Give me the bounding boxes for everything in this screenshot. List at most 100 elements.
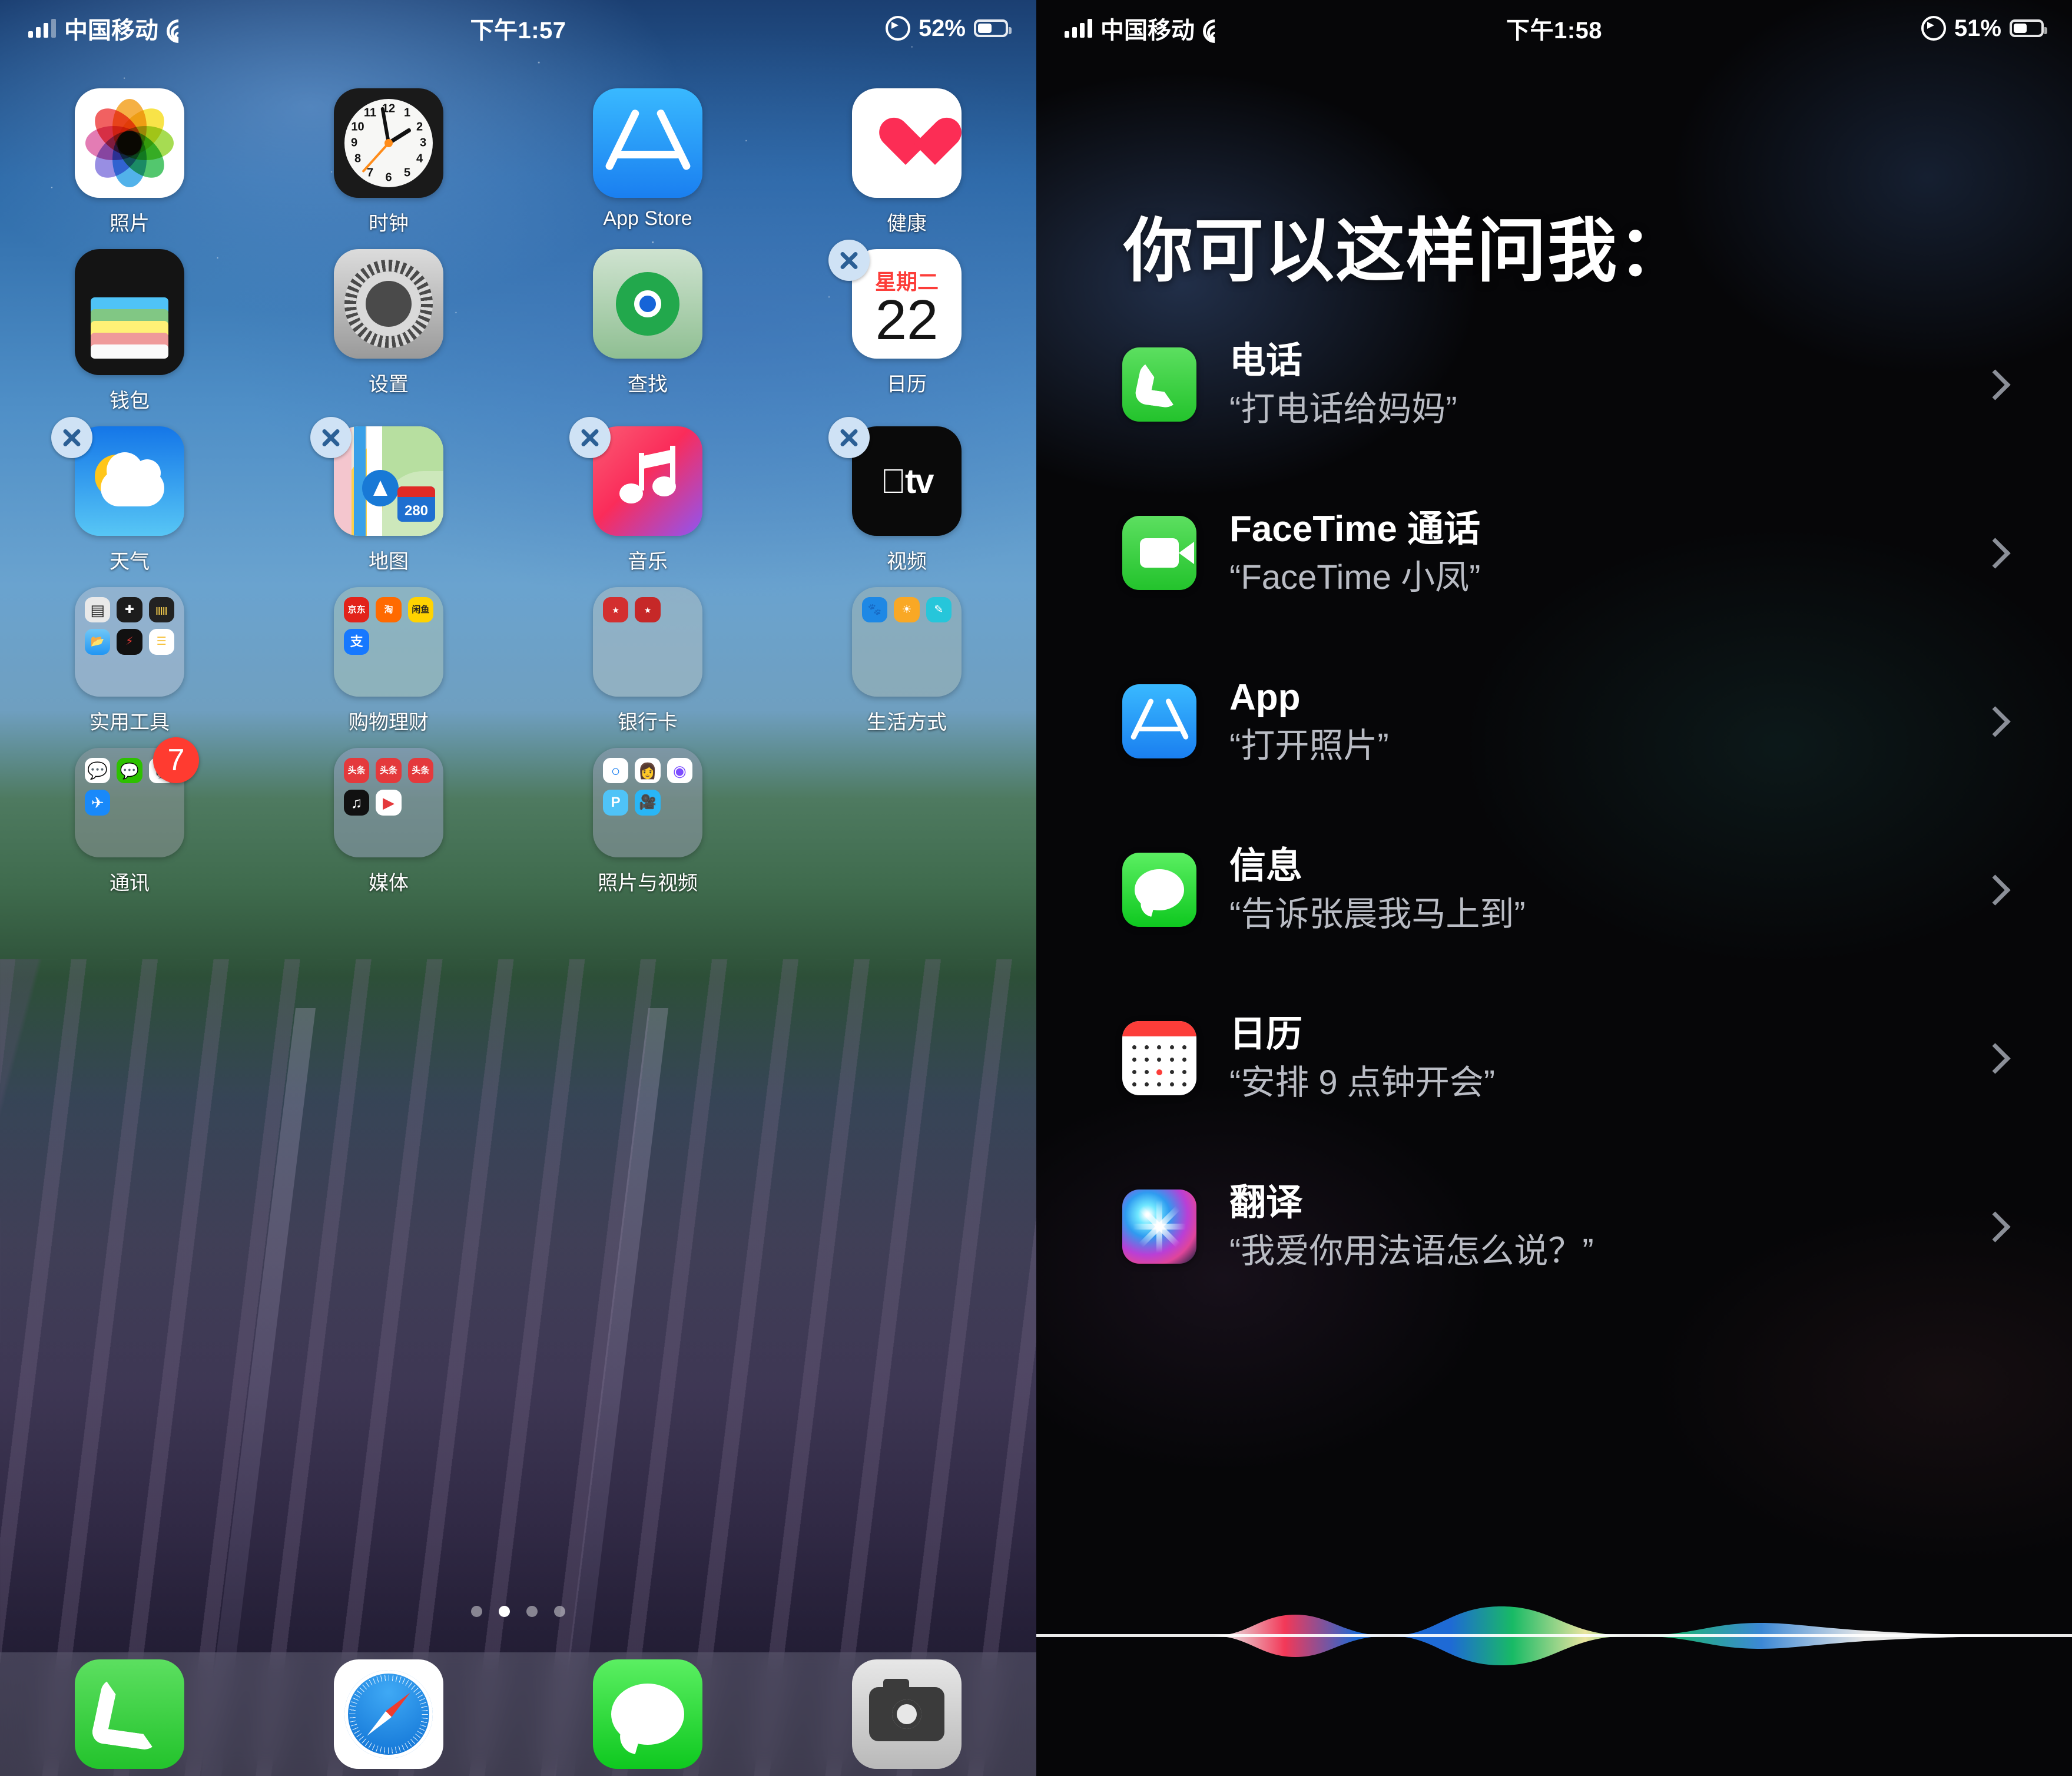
app-app-store[interactable]: App Store — [518, 88, 777, 236]
chevron-right-icon — [1980, 1042, 2011, 1074]
folder-label: 通讯 — [110, 872, 150, 894]
page-dot[interactable] — [554, 1606, 565, 1617]
app-label: 设置 — [369, 373, 409, 396]
delete-app-badge[interactable] — [569, 417, 611, 458]
cellular-bars-icon — [1065, 19, 1092, 38]
suggestion-example: “FaceTime 小凤” — [1229, 558, 1481, 597]
two-phone-screenshot: 中国移动 下午1:57 52% 照片 12 1 2 3 4 5 6 7 8 9 … — [0, 0, 2072, 1776]
suggestion-example: “打开照片” — [1229, 727, 1389, 766]
dock — [0, 1652, 1036, 1776]
app-label: 时钟 — [369, 213, 409, 235]
folder-media[interactable]: 头条 头条 头条 ♫ ▶ 媒体 — [259, 748, 518, 896]
app-store-icon — [1122, 684, 1196, 758]
highway-shield-label: 280 — [397, 486, 435, 522]
siri-heading: 你可以这样问我： — [1123, 213, 1689, 290]
chevron-right-icon — [1980, 1211, 2011, 1242]
right-phone-siri-screen: 中国移动 下午1:58 51% 你可以这样问我： 电话 “打电话给妈妈” Fac… — [1036, 0, 2072, 1776]
folder-communication[interactable]: 7 💬 💬 🐧 ✈ 通讯 — [0, 737, 259, 896]
app-apple-tv[interactable]: tv 视频 — [777, 417, 1036, 574]
folder-lifestyle[interactable]: 🐾 ☀ ✎ 生活方式 — [777, 587, 1036, 735]
app-calendar[interactable]: 星期二 22 日历 — [777, 240, 1036, 413]
folder-label: 照片与视频 — [598, 872, 698, 894]
home-row-1: 照片 12 1 2 3 4 5 6 7 8 9 10 11 时钟 App Sto… — [0, 88, 1036, 236]
calendar-day: 22 — [875, 289, 939, 352]
messages-icon — [1122, 853, 1196, 927]
folder-photos-videos[interactable]: ○ 👩 ◉ P 🎥 照片与视频 — [518, 748, 777, 896]
status-bar-left: 中国移动 下午1:57 52% — [0, 0, 1036, 57]
app-wallet[interactable]: 钱包 — [0, 249, 259, 413]
home-row-3: 天气 280 地图 音乐 tv 视频 — [0, 417, 1036, 574]
find-my-icon — [593, 249, 702, 359]
status-time: 下午1:57 — [470, 18, 566, 44]
folder-icon: ○ 👩 ◉ P 🎥 — [593, 748, 702, 857]
clock-icon: 12 1 2 3 4 5 6 7 8 9 10 11 — [334, 88, 443, 198]
app-weather[interactable]: 天气 — [0, 417, 259, 574]
folder-icon: 头条 头条 头条 ♫ ▶ — [334, 748, 443, 857]
battery-percent-label: 51% — [1954, 15, 2001, 41]
siri-suggestion-app[interactable]: App “打开照片” — [1036, 667, 2072, 776]
folder-utilities[interactable]: ▤ ✚ ||||| 📂 ⚡ ☰ 实用工具 — [0, 587, 259, 735]
app-label: 查找 — [628, 373, 668, 396]
messages-icon[interactable] — [593, 1659, 702, 1769]
siri-suggestion-translate[interactable]: 翻译 “我爱你用法语怎么说？” — [1036, 1172, 2072, 1281]
siri-suggestion-messages[interactable]: 信息 “告诉张晨我马上到” — [1036, 835, 2072, 945]
settings-icon — [334, 249, 443, 359]
app-label: 日历 — [887, 373, 927, 396]
camera-icon[interactable] — [852, 1659, 962, 1769]
siri-suggestion-calendar[interactable]: 日历 “安排 9 点钟开会” — [1036, 1003, 2072, 1113]
app-label: 视频 — [887, 551, 927, 573]
app-find-my[interactable]: 查找 — [518, 249, 777, 413]
facetime-icon — [1122, 516, 1196, 590]
safari-icon[interactable] — [334, 1659, 443, 1769]
chevron-right-icon — [1980, 705, 2011, 737]
app-label: 健康 — [887, 213, 927, 235]
app-health[interactable]: 健康 — [777, 88, 1036, 236]
page-dot[interactable] — [526, 1606, 538, 1617]
siri-waveform-icon — [1036, 1606, 2072, 1665]
chevron-right-icon — [1980, 874, 2011, 906]
app-settings[interactable]: 设置 — [259, 249, 518, 413]
location-services-icon — [885, 16, 910, 41]
app-label: 地图 — [369, 551, 409, 573]
suggestion-example: “告诉张晨我马上到” — [1229, 895, 1526, 934]
folder-bank-cards[interactable]: ★ ★ 银行卡 — [518, 587, 777, 735]
suggestion-title: 电话 — [1229, 340, 1303, 381]
page-dot[interactable] — [471, 1606, 482, 1617]
suggestion-title: App — [1229, 677, 1301, 718]
folder-label: 实用工具 — [89, 711, 170, 734]
battery-icon — [2010, 19, 2047, 37]
delete-app-badge[interactable] — [828, 417, 870, 458]
phone-icon — [1122, 347, 1196, 422]
page-dots[interactable] — [0, 1606, 1036, 1617]
page-dot-active[interactable] — [499, 1606, 510, 1617]
phone-icon[interactable] — [75, 1659, 184, 1769]
delete-app-badge[interactable] — [310, 417, 352, 458]
location-services-icon — [1921, 16, 1946, 41]
siri-suggestion-phone[interactable]: 电话 “打电话给妈妈” — [1036, 330, 2072, 439]
wifi-icon — [1198, 14, 1232, 48]
app-music[interactable]: 音乐 — [518, 417, 777, 574]
delete-app-badge[interactable] — [51, 417, 92, 458]
status-bar-right: 中国移动 下午1:58 51% — [1036, 0, 2072, 57]
app-photos[interactable]: 照片 — [0, 88, 259, 236]
app-maps[interactable]: 280 地图 — [259, 417, 518, 574]
home-screen-grid: 照片 12 1 2 3 4 5 6 7 8 9 10 11 时钟 App Sto… — [0, 88, 1036, 909]
wifi-icon — [161, 14, 195, 48]
status-time: 下午1:58 — [1506, 18, 1603, 44]
app-clock[interactable]: 12 1 2 3 4 5 6 7 8 9 10 11 时钟 — [259, 88, 518, 236]
left-phone-home-screen: 中国移动 下午1:57 52% 照片 12 1 2 3 4 5 6 7 8 9 … — [0, 0, 1036, 1776]
suggestion-title: 翻译 — [1229, 1182, 1303, 1223]
suggestion-title: 日历 — [1229, 1014, 1303, 1055]
app-label: 天气 — [110, 551, 150, 573]
chevron-right-icon — [1980, 537, 2011, 569]
folder-icon: ▤ ✚ ||||| 📂 ⚡ ☰ — [75, 587, 184, 697]
folder-shopping-finance[interactable]: 京东 淘 闲鱼 支 购物理财 — [259, 587, 518, 735]
carrier-label: 中国移动 — [1100, 18, 1195, 44]
folder-label: 媒体 — [369, 872, 409, 894]
siri-suggestion-facetime[interactable]: FaceTime 通话 “FaceTime 小凤” — [1036, 498, 2072, 608]
folder-label: 生活方式 — [867, 711, 947, 734]
folder-label: 购物理财 — [349, 711, 429, 734]
delete-app-badge[interactable] — [828, 240, 870, 281]
folder-icon: 🐾 ☀ ✎ — [852, 587, 962, 697]
battery-icon — [974, 19, 1012, 37]
